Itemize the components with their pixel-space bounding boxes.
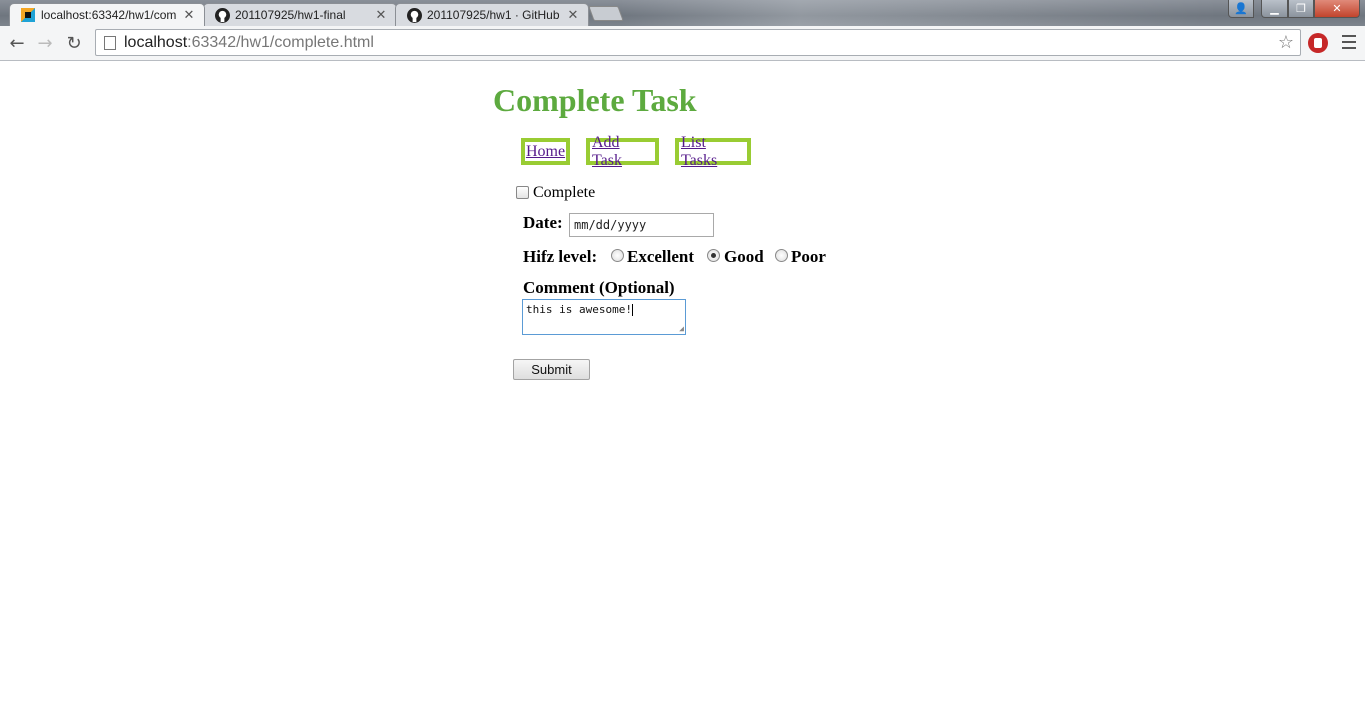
complete-label: Complete	[533, 184, 596, 201]
tab-title: 201107925/hw1-final	[235, 8, 346, 22]
window-buttons: ▁ ❐ ✕	[1261, 0, 1360, 18]
text-caret	[631, 304, 633, 316]
address-bar[interactable]: localhost:63342/hw1/complete.html ☆	[95, 29, 1301, 56]
tab-close-icon[interactable]: ✕	[374, 7, 388, 23]
tab-close-icon[interactable]: ✕	[182, 7, 196, 23]
tab-strip-background	[620, 0, 1220, 26]
bookmark-star-icon[interactable]: ☆	[1278, 32, 1294, 53]
browser-toolbar: ← → ↻ localhost:63342/hw1/complete.html …	[0, 26, 1365, 61]
page-title: Complete Task	[493, 82, 697, 118]
tab-title: 201107925/hw1 · GitHub In	[427, 8, 562, 22]
hifz-good-radio[interactable]	[707, 249, 720, 262]
tab-close-icon[interactable]: ✕	[566, 7, 580, 23]
tab-hw1-final[interactable]: 201107925/hw1-final ✕	[203, 3, 397, 26]
date-input[interactable]: mm/dd/yyyy	[569, 213, 714, 237]
close-window-button[interactable]: ✕	[1314, 0, 1360, 18]
forward-icon[interactable]: →	[33, 32, 57, 54]
date-placeholder: mm/dd/yyyy	[574, 218, 647, 232]
resize-grip-icon[interactable]: ◢	[679, 325, 684, 333]
reload-icon[interactable]: ↻	[62, 32, 86, 54]
nav-add-task-link[interactable]: Add Task	[586, 134, 659, 169]
chrome-menu-icon[interactable]	[1342, 35, 1356, 53]
tab-title: localhost:63342/hw1/com	[41, 8, 177, 22]
user-icon[interactable]: 👤	[1228, 0, 1254, 18]
page-content: Complete Task Home Add Task List Tasks C…	[0, 62, 1365, 724]
address-host: localhost	[124, 33, 188, 51]
complete-checkbox[interactable]	[516, 186, 529, 199]
github-icon	[406, 7, 422, 23]
tab-strip: localhost:63342/hw1/com ✕ 201107925/hw1-…	[0, 0, 1365, 26]
page-icon	[104, 35, 116, 50]
github-icon	[214, 7, 230, 23]
adblock-extension-icon[interactable]	[1308, 33, 1328, 53]
webstorm-icon	[20, 7, 36, 23]
comment-textarea[interactable]: this is awesome! ◢	[522, 299, 686, 335]
address-path: :63342/hw1/complete.html	[187, 33, 374, 51]
new-tab-button[interactable]	[588, 6, 624, 21]
nav-home-link[interactable]: Home	[521, 138, 570, 165]
comment-label: Comment (Optional)	[523, 278, 675, 297]
back-icon[interactable]: ←	[5, 32, 29, 54]
submit-button[interactable]: Submit	[513, 359, 590, 380]
window-controls: 👤	[1228, 0, 1254, 18]
tab-localhost[interactable]: localhost:63342/hw1/com ✕	[9, 3, 205, 26]
hifz-excellent-label: Excellent	[627, 247, 695, 266]
date-label: Date:	[523, 213, 563, 232]
hifz-poor-label: Poor	[791, 247, 826, 266]
hifz-excellent-radio[interactable]	[611, 249, 624, 262]
hifz-poor-radio[interactable]	[775, 249, 788, 262]
comment-text: this is awesome!	[526, 303, 632, 316]
tab-hw1-github[interactable]: 201107925/hw1 · GitHub In ✕	[395, 3, 589, 26]
minimize-button[interactable]: ▁	[1261, 0, 1288, 18]
hifz-level-label: Hifz level:	[523, 247, 598, 266]
nav-list-tasks-link[interactable]: List Tasks	[675, 134, 751, 169]
maximize-button[interactable]: ❐	[1288, 0, 1314, 18]
hifz-good-label: Good	[724, 247, 764, 266]
